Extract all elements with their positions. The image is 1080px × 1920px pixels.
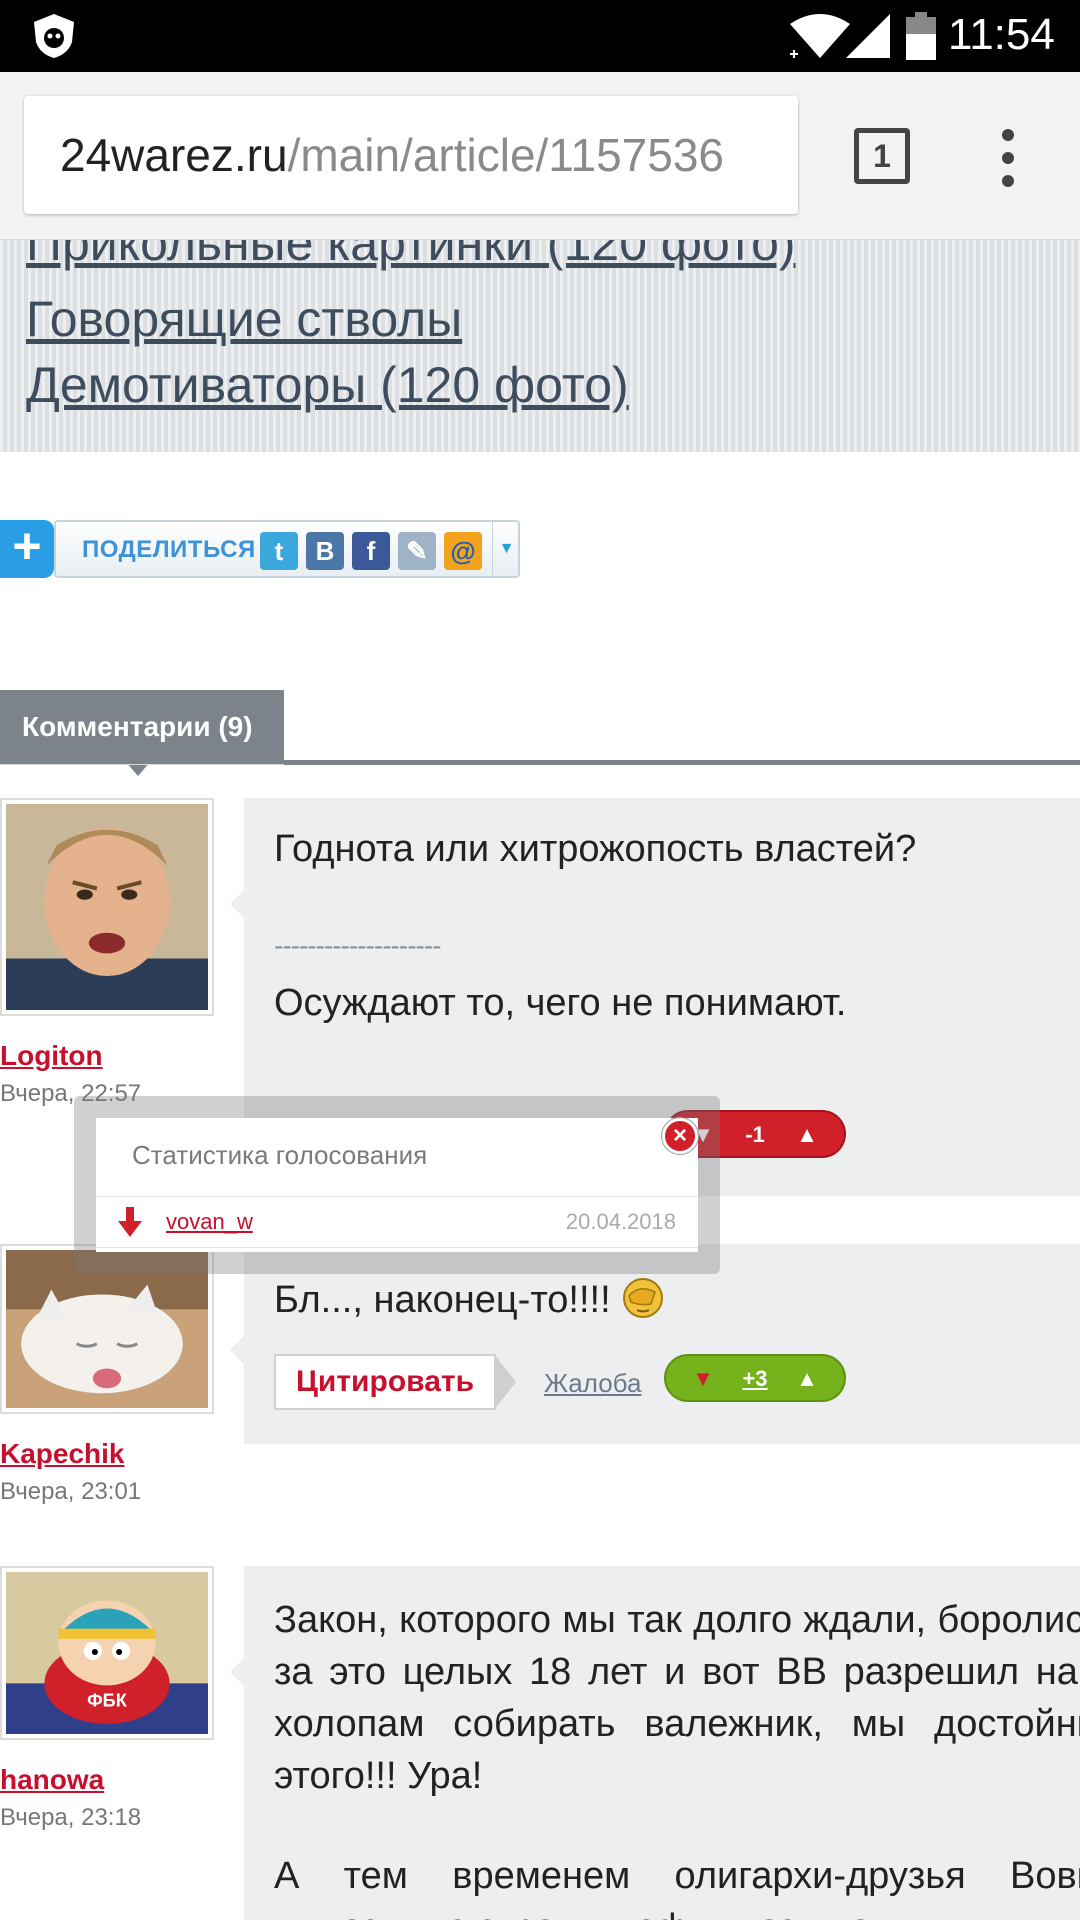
- related-link[interactable]: Говорящие стволы: [26, 290, 462, 348]
- comment-body: Закон, которого мы так долго ждали, боро…: [230, 1566, 1080, 1920]
- more-vert-icon[interactable]: [996, 128, 1020, 188]
- comment-text: Годнота или хитрожопость властей?: [274, 828, 917, 870]
- status-bar: 11:54: [0, 0, 1080, 72]
- battery-icon: [906, 12, 936, 60]
- comment-text: Осуждают то, чего не понимают.: [274, 982, 847, 1024]
- thumb-up-icon[interactable]: ▲: [792, 1364, 822, 1394]
- comment-author[interactable]: hanowa: [0, 1764, 104, 1796]
- vote-stats-popup: Статистика голосования vovan_w 20.04.201…: [96, 1118, 698, 1252]
- avatar-image: ФБК: [6, 1572, 208, 1734]
- comment-body: Бл..., наконец-то!!!! Цитировать Жалоба …: [230, 1244, 1080, 1444]
- signal-icon: [846, 14, 890, 58]
- svg-text:ФБК: ФБК: [87, 1691, 128, 1711]
- livejournal-icon[interactable]: ✎: [398, 532, 436, 570]
- popup-title: Статистика голосования: [132, 1140, 428, 1170]
- share-bar: ПОДЕЛИТЬСЯ t B f ✎ @ ▼: [54, 520, 520, 578]
- avatar-image: [6, 804, 208, 1010]
- vote-row: vovan_w 20.04.2018: [96, 1196, 698, 1248]
- quote-button[interactable]: Цитировать: [274, 1354, 516, 1410]
- rating-widget: ▼ +3 ▲: [664, 1354, 846, 1402]
- url-domain: 24warez.ru: [60, 129, 288, 181]
- url-path: /main/article/1157536: [287, 129, 724, 181]
- shield-app-icon: [34, 14, 74, 58]
- close-icon[interactable]: ×: [662, 1118, 698, 1154]
- tab-comments[interactable]: Комментарии (9): [0, 690, 284, 764]
- twitter-icon[interactable]: t: [260, 532, 298, 570]
- vkontakte-icon[interactable]: B: [306, 532, 344, 570]
- related-links-panel: Прикольные картинки (120 фото) Говорящие…: [0, 240, 1080, 452]
- wifi-icon: [790, 14, 850, 58]
- avatar[interactable]: ФБК: [0, 1566, 214, 1740]
- arrow-down-icon: [118, 1207, 142, 1237]
- facebook-icon[interactable]: f: [352, 532, 390, 570]
- tab-divider-thin: [0, 764, 284, 765]
- url-text: 24warez.ru/main/article/1157536: [60, 128, 724, 182]
- share-dropdown-icon[interactable]: ▼: [492, 522, 520, 576]
- tab-divider: [284, 760, 1080, 765]
- share-label[interactable]: ПОДЕЛИТЬСЯ: [82, 536, 256, 564]
- comment-date: Вчера, 23:01: [0, 1478, 142, 1505]
- tab-switcher-button[interactable]: 1: [854, 128, 910, 184]
- url-bar[interactable]: 24warez.ru/main/article/1157536: [24, 96, 798, 214]
- comment-separator: --------------------: [274, 930, 441, 961]
- comment-author[interactable]: Kapechik: [0, 1438, 125, 1470]
- comment-text: Закон, которого мы так долго ждали, боро…: [274, 1599, 1080, 1797]
- avatar[interactable]: [0, 798, 214, 1016]
- complain-link[interactable]: Жалоба: [544, 1368, 641, 1399]
- comment-text: А тем временем олигархи-друзья Вовы выво…: [274, 1855, 1080, 1920]
- vote-user-link[interactable]: vovan_w: [166, 1209, 253, 1235]
- thumb-up-icon[interactable]: ▲: [792, 1120, 822, 1150]
- comment-author[interactable]: Logiton: [0, 1040, 103, 1072]
- share-plus-button[interactable]: +: [0, 520, 54, 578]
- comment-date: Вчера, 23:18: [0, 1804, 142, 1831]
- browser-toolbar: 24warez.ru/main/article/1157536 1: [0, 72, 1080, 240]
- screen: 11:54 24warez.ru/main/article/1157536 1 …: [0, 0, 1080, 1920]
- vote-date: 20.04.2018: [565, 1209, 676, 1234]
- related-link[interactable]: Демотиваторы (120 фото): [26, 356, 629, 414]
- facepalm-emoji-icon: [623, 1278, 664, 1318]
- clock: 11:54: [948, 10, 1055, 59]
- related-link[interactable]: Прикольные картинки (120 фото): [26, 240, 796, 272]
- comment-text: Бл..., наконец-то!!!!: [274, 1276, 665, 1322]
- mailru-icon[interactable]: @: [444, 532, 482, 570]
